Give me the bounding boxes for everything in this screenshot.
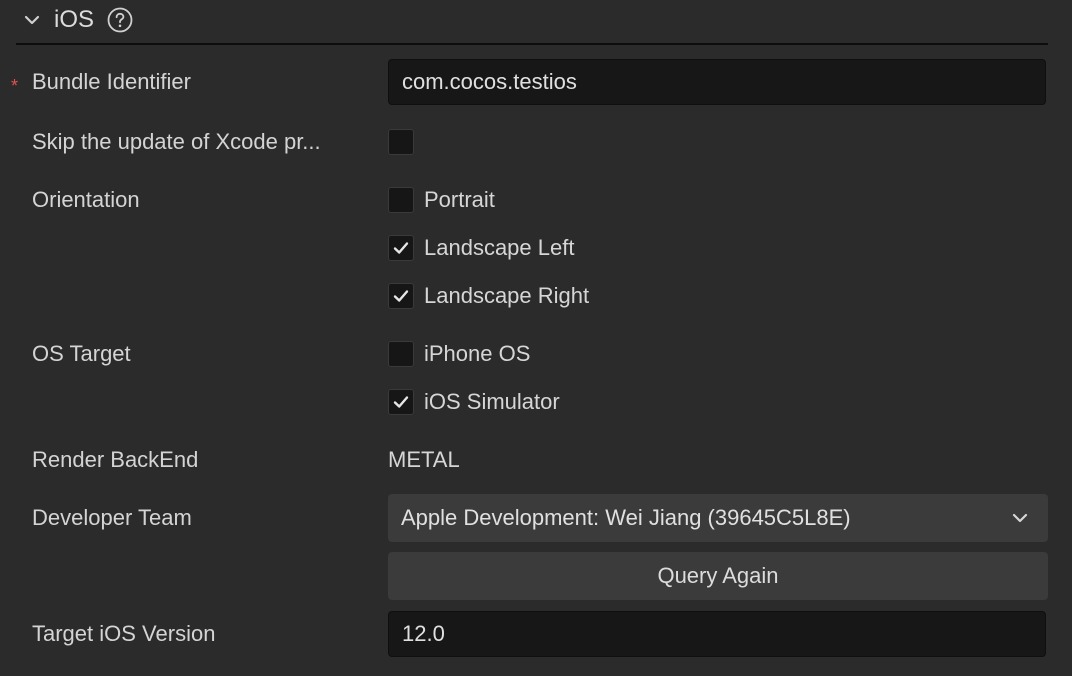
ios-simulator-label: iOS Simulator — [424, 389, 560, 414]
render-backend-value: METAL — [388, 447, 460, 472]
os-target-label: OS Target — [32, 341, 131, 366]
checkmark-icon — [393, 396, 409, 408]
checkmark-icon — [393, 290, 409, 302]
skip-update-label: Skip the update of Xcode pr... — [32, 129, 321, 154]
target-ios-version-input[interactable]: 12.0 — [388, 611, 1046, 657]
chevron-down-icon[interactable] — [22, 10, 42, 30]
developer-team-selected: Apple Development: Wei Jiang (39645C5L8E… — [401, 505, 851, 530]
landscape-left-checkbox[interactable] — [388, 235, 414, 261]
render-backend-label: Render BackEnd — [32, 447, 199, 472]
section-header[interactable]: iOS — [0, 0, 1072, 44]
query-again-button[interactable]: Query Again — [388, 552, 1048, 600]
landscape-right-checkbox[interactable] — [388, 283, 414, 309]
landscape-right-label: Landscape Right — [424, 283, 590, 308]
landscape-left-label: Landscape Left — [424, 235, 575, 260]
orientation-label: Orientation — [32, 187, 140, 212]
iphone-os-label: iPhone OS — [424, 341, 531, 366]
chevron-down-icon — [1010, 508, 1030, 528]
required-marker: * — [11, 76, 19, 96]
section-title: iOS — [54, 6, 95, 33]
bundle-identifier-input[interactable]: com.cocos.testios — [388, 59, 1046, 105]
portrait-label: Portrait — [424, 187, 495, 212]
developer-team-label: Developer Team — [32, 505, 192, 530]
iphone-os-checkbox[interactable] — [388, 341, 414, 367]
target-ios-version-label: Target iOS Version — [32, 621, 216, 646]
developer-team-select[interactable]: Apple Development: Wei Jiang (39645C5L8E… — [388, 494, 1048, 542]
ios-simulator-checkbox[interactable] — [388, 389, 414, 415]
bundle-identifier-label: Bundle Identifier — [32, 69, 191, 94]
skip-update-checkbox[interactable] — [388, 129, 414, 155]
checkmark-icon — [393, 242, 409, 254]
section-divider — [16, 43, 1048, 45]
question-circle-icon[interactable] — [107, 7, 133, 33]
portrait-checkbox[interactable] — [388, 187, 414, 213]
